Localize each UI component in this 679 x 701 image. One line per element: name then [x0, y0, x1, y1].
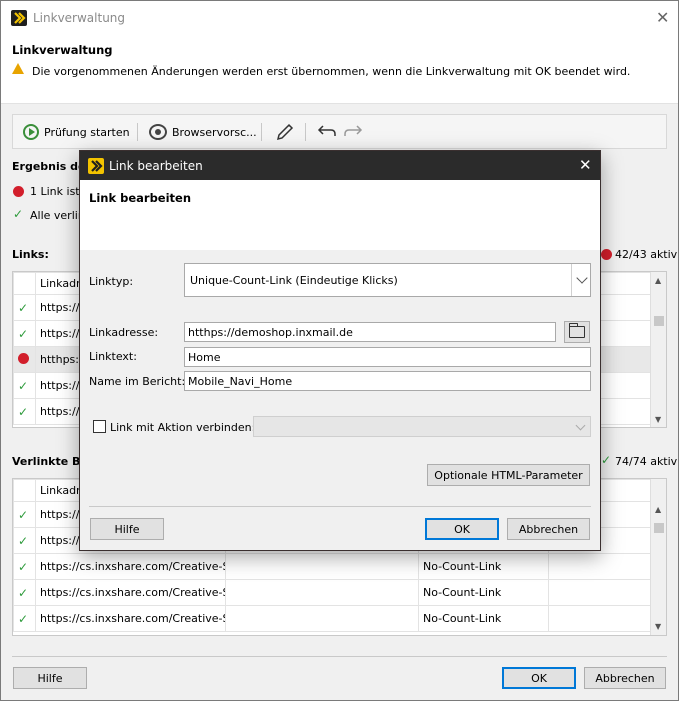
- check-icon: ✓: [13, 207, 24, 221]
- link-type: No-Count-Link: [418, 553, 549, 580]
- browse-button[interactable]: [564, 321, 590, 343]
- pencil-icon[interactable]: [275, 122, 295, 145]
- html-parameters-button[interactable]: Optionale HTML-Parameter: [427, 464, 590, 486]
- start-check-button[interactable]: Prüfung starten: [23, 124, 130, 140]
- image-link-url: https://cs.inxshare.com/Creative-S...: [35, 579, 226, 606]
- check-icon: ✓: [18, 559, 29, 574]
- link-text-input[interactable]: Home: [184, 347, 591, 367]
- action-select[interactable]: [253, 416, 591, 437]
- action-checkbox-label[interactable]: Link mit Aktion verbinden:: [110, 421, 255, 434]
- warning-icon: [12, 63, 24, 74]
- play-icon: [23, 124, 39, 140]
- images-active-count: 74/74 aktiv: [615, 455, 678, 468]
- eye-icon: [149, 124, 167, 140]
- dialog-title: Link bearbeiten: [109, 159, 203, 173]
- linktype-value: Unique-Count-Link (Eindeutige Klicks): [190, 274, 398, 287]
- links-title: Links:: [12, 248, 49, 261]
- status-column-header: [13, 479, 36, 502]
- url-label: Linkadresse:: [89, 326, 159, 339]
- dialog-header-title: Link bearbeiten: [89, 191, 192, 205]
- toolbar-separator: [261, 123, 262, 141]
- start-check-label: Prüfung starten: [44, 125, 130, 139]
- link-type: No-Count-Link: [418, 579, 549, 606]
- browser-preview-label: Browservorsc...: [172, 125, 257, 139]
- check-icon: ✓: [18, 300, 29, 315]
- linked-images-title: Verlinkte Bi: [12, 455, 85, 468]
- close-icon[interactable]: ✕: [579, 156, 592, 174]
- dialog-ok-button[interactable]: OK: [425, 518, 499, 540]
- result-ok-text: Alle verlin: [30, 209, 85, 222]
- help-button[interactable]: Hilfe: [13, 667, 87, 689]
- scrollbar-thumb[interactable]: [654, 523, 664, 533]
- check-icon: ✓: [18, 378, 29, 393]
- scrollbar-thumb[interactable]: [654, 316, 664, 326]
- folder-icon: [568, 323, 585, 338]
- action-checkbox[interactable]: [93, 420, 106, 433]
- toolbar: Prüfung starten Browservorsc...: [12, 114, 667, 149]
- image-link-url: https://cs.inxshare.com/Creative-S...: [35, 553, 226, 580]
- scroll-down-icon[interactable]: ▼: [655, 622, 661, 631]
- chevron-down-icon[interactable]: [575, 420, 586, 431]
- edit-link-dialog: Link bearbeiten ✕ Link bearbeiten Linkty…: [79, 150, 601, 551]
- window-titlebar: Linkverwaltung ✕: [1, 1, 678, 34]
- toolbar-separator: [137, 123, 138, 141]
- linktype-select[interactable]: Unique-Count-Link (Eindeutige Klicks): [184, 263, 591, 297]
- check-icon: ✓: [18, 611, 29, 626]
- links-active-count: 42/43 aktiv: [615, 248, 678, 261]
- report-name-input[interactable]: Mobile_Navi_Home: [184, 371, 591, 391]
- cancel-button[interactable]: Abbrechen: [584, 667, 666, 689]
- close-icon[interactable]: ✕: [656, 8, 669, 27]
- dialog-help-button[interactable]: Hilfe: [90, 518, 164, 540]
- scroll-up-icon[interactable]: ▲: [655, 276, 661, 285]
- browser-preview-button[interactable]: Browservorsc...: [149, 124, 257, 140]
- combo-divider: [571, 264, 572, 296]
- dialog-titlebar: Link bearbeiten ✕: [80, 151, 600, 180]
- dialog-header: Link bearbeiten: [80, 180, 600, 250]
- warning-text: Die vorgenommenen Änderungen werden erst…: [32, 65, 631, 78]
- result-title: Ergebnis de: [12, 160, 86, 173]
- linktype-label: Linktyp:: [89, 275, 134, 288]
- links-scrollbar[interactable]: ▲ ▼: [650, 272, 666, 427]
- check-icon: ✓: [18, 533, 29, 548]
- error-status-icon: [18, 352, 29, 364]
- check-icon: ✓: [18, 585, 29, 600]
- scroll-down-icon[interactable]: ▼: [655, 415, 661, 424]
- check-icon: ✓: [18, 507, 29, 522]
- check-icon: ✓: [18, 326, 29, 341]
- scroll-up-icon[interactable]: ▲: [655, 505, 661, 514]
- report-name-label: Name im Bericht:: [89, 375, 186, 388]
- check-icon: ✓: [18, 404, 29, 419]
- status-column-header: [13, 272, 36, 295]
- toolbar-separator: [305, 123, 306, 141]
- ok-button[interactable]: OK: [502, 667, 576, 689]
- redo-icon[interactable]: [343, 123, 363, 144]
- images-scrollbar[interactable]: ▲ ▼: [650, 479, 666, 635]
- url-input[interactable]: htthps://demoshop.inxmail.de: [184, 322, 556, 342]
- app-logo-icon: [88, 158, 104, 174]
- header-title: Linkverwaltung: [12, 43, 113, 57]
- dialog-footer-divider: [89, 506, 591, 507]
- undo-icon[interactable]: [317, 123, 337, 144]
- link-text-label: Linktext:: [89, 350, 137, 363]
- dialog-cancel-button[interactable]: Abbrechen: [507, 518, 590, 540]
- table-row[interactable]: ✓ https://cs.inxshare.com/Creative-S... …: [13, 553, 651, 580]
- table-row[interactable]: ✓ https://cs.inxshare.com/Creative-S... …: [13, 579, 651, 606]
- chevron-down-icon[interactable]: [576, 272, 588, 284]
- footer-divider: [12, 656, 667, 657]
- table-row[interactable]: ✓ https://cs.inxshare.com/Creative-S... …: [13, 605, 651, 632]
- window-title: Linkverwaltung: [33, 11, 126, 25]
- app-logo-icon: [11, 10, 27, 26]
- window-header: Linkverwaltung Die vorgenommenen Änderun…: [1, 34, 678, 104]
- error-status-icon: [601, 249, 612, 260]
- link-type: No-Count-Link: [418, 605, 549, 632]
- error-status-icon: [13, 186, 24, 197]
- check-icon: ✓: [601, 453, 612, 467]
- image-link-url: https://cs.inxshare.com/Creative-S...: [35, 605, 226, 632]
